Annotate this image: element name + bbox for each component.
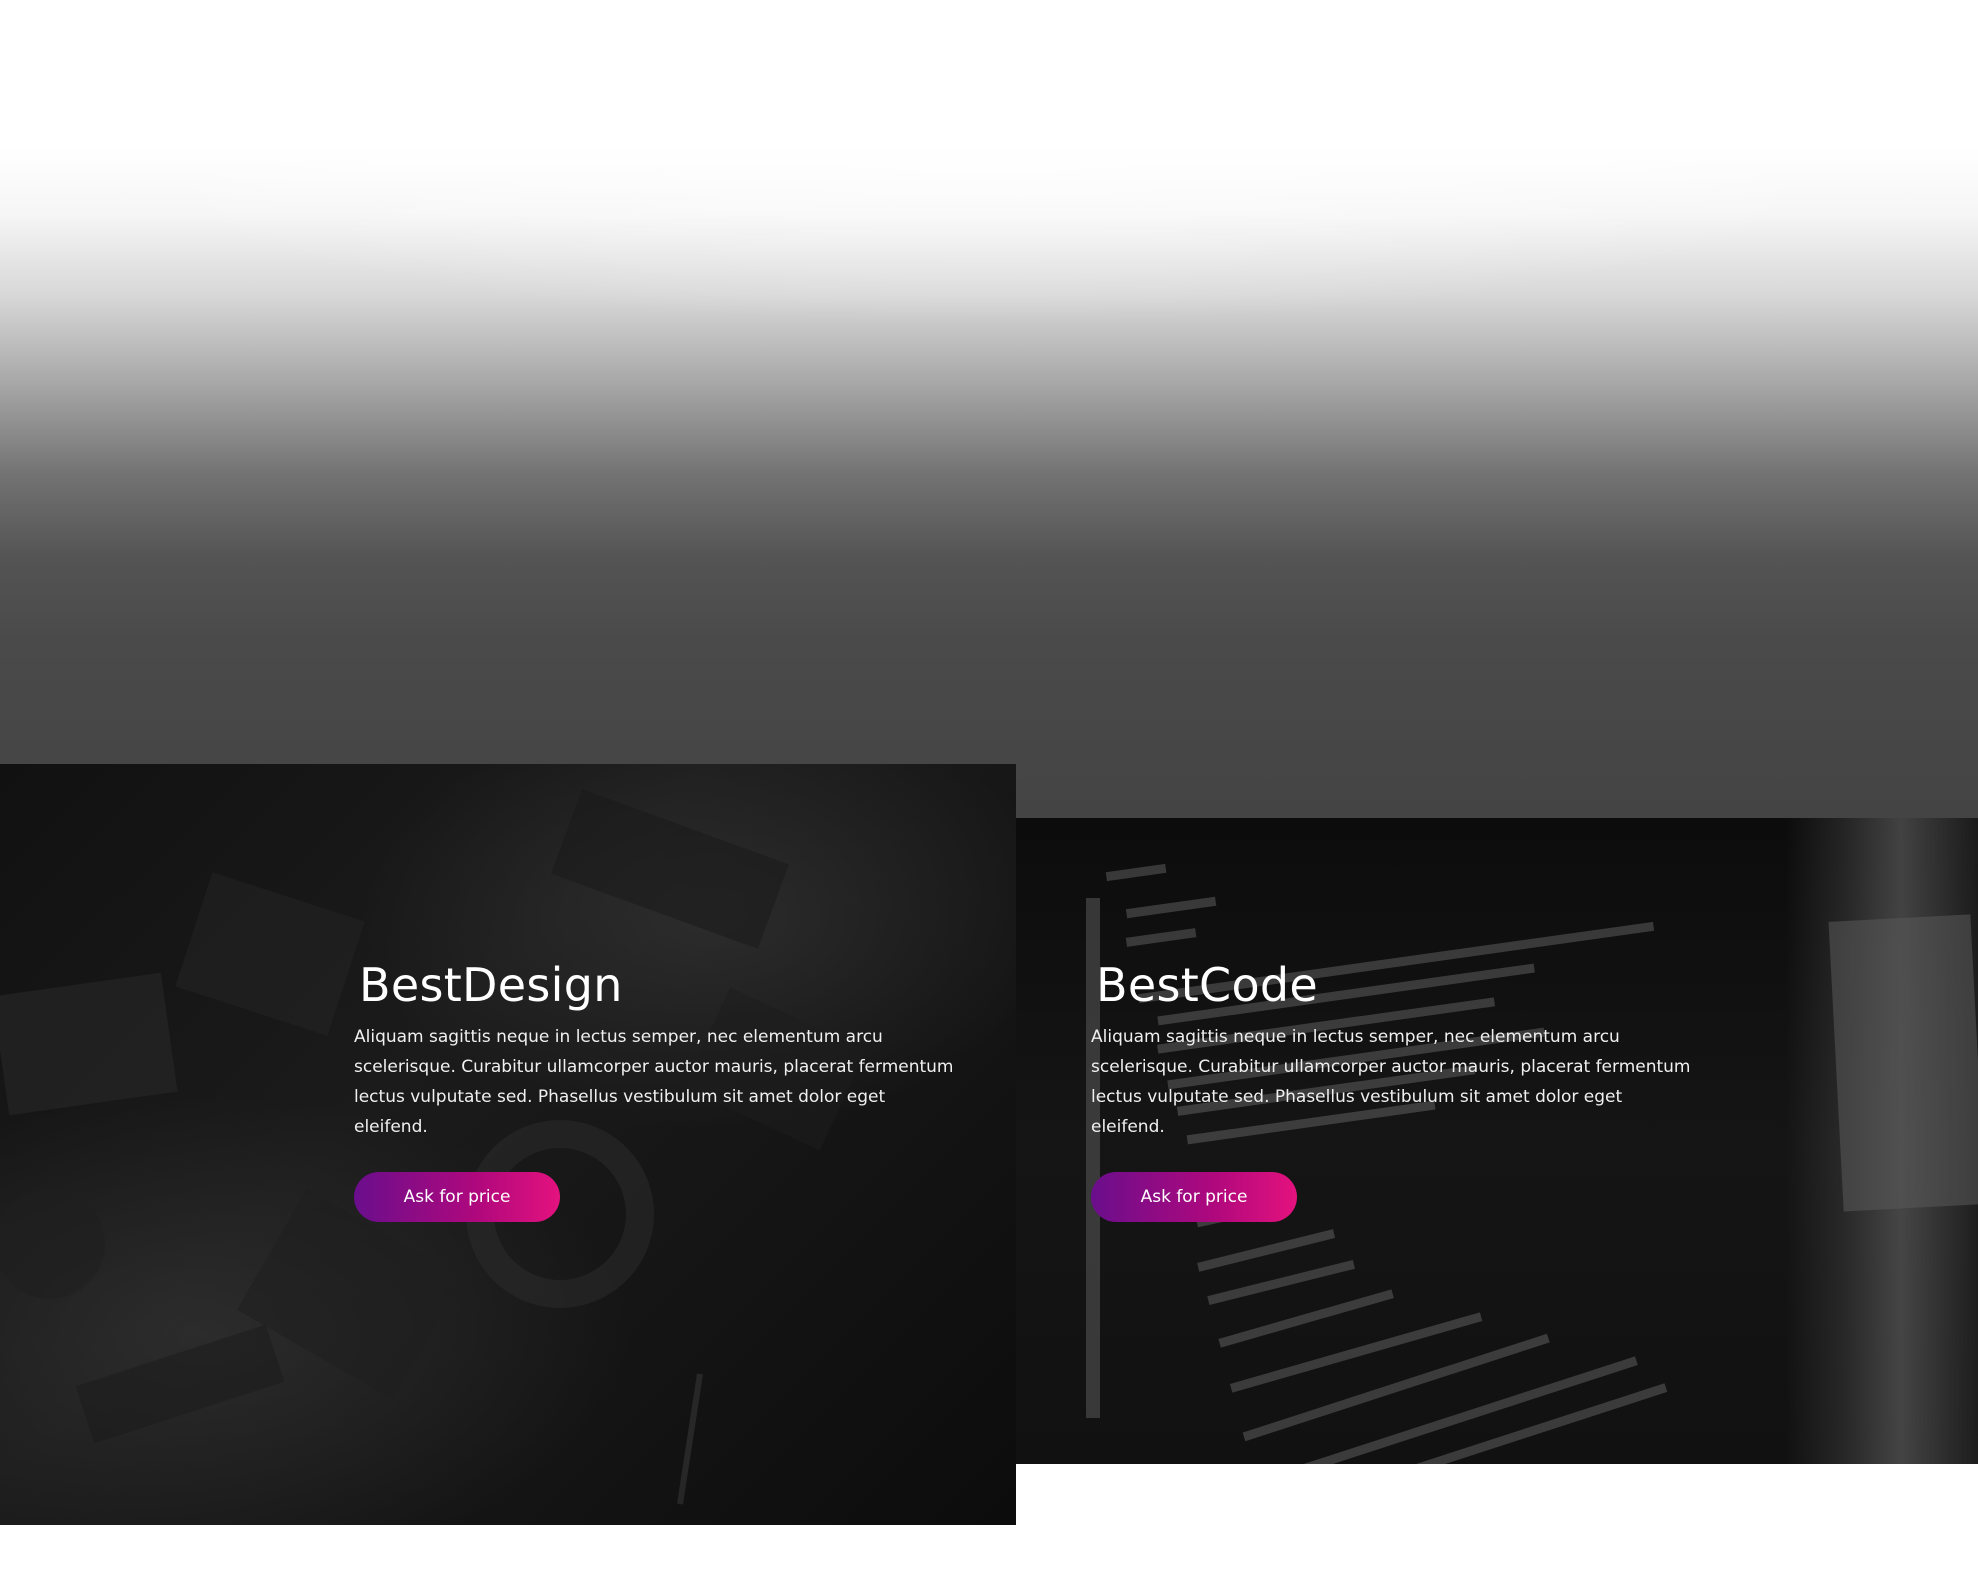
- card-content: BestCode Aliquam sagittis neque in lectu…: [1091, 959, 1711, 1222]
- card-description: Aliquam sagittis neque in lectus semper,…: [354, 1026, 954, 1137]
- card-title: BestCode: [1096, 958, 1319, 1012]
- card-description: Aliquam sagittis neque in lectus semper,…: [1091, 1026, 1691, 1137]
- ask-for-price-button[interactable]: Ask for price: [354, 1171, 560, 1222]
- card-title: BestDesign: [359, 958, 623, 1012]
- card-best-code: BestCode Aliquam sagittis neque in lectu…: [1016, 818, 1978, 1464]
- hero-gradient-background: [0, 0, 1978, 820]
- card-content: BestDesign Aliquam sagittis neque in lec…: [354, 959, 974, 1222]
- card-best-design: BestDesign Aliquam sagittis neque in lec…: [0, 764, 1016, 1525]
- ask-for-price-button[interactable]: Ask for price: [1091, 1171, 1297, 1222]
